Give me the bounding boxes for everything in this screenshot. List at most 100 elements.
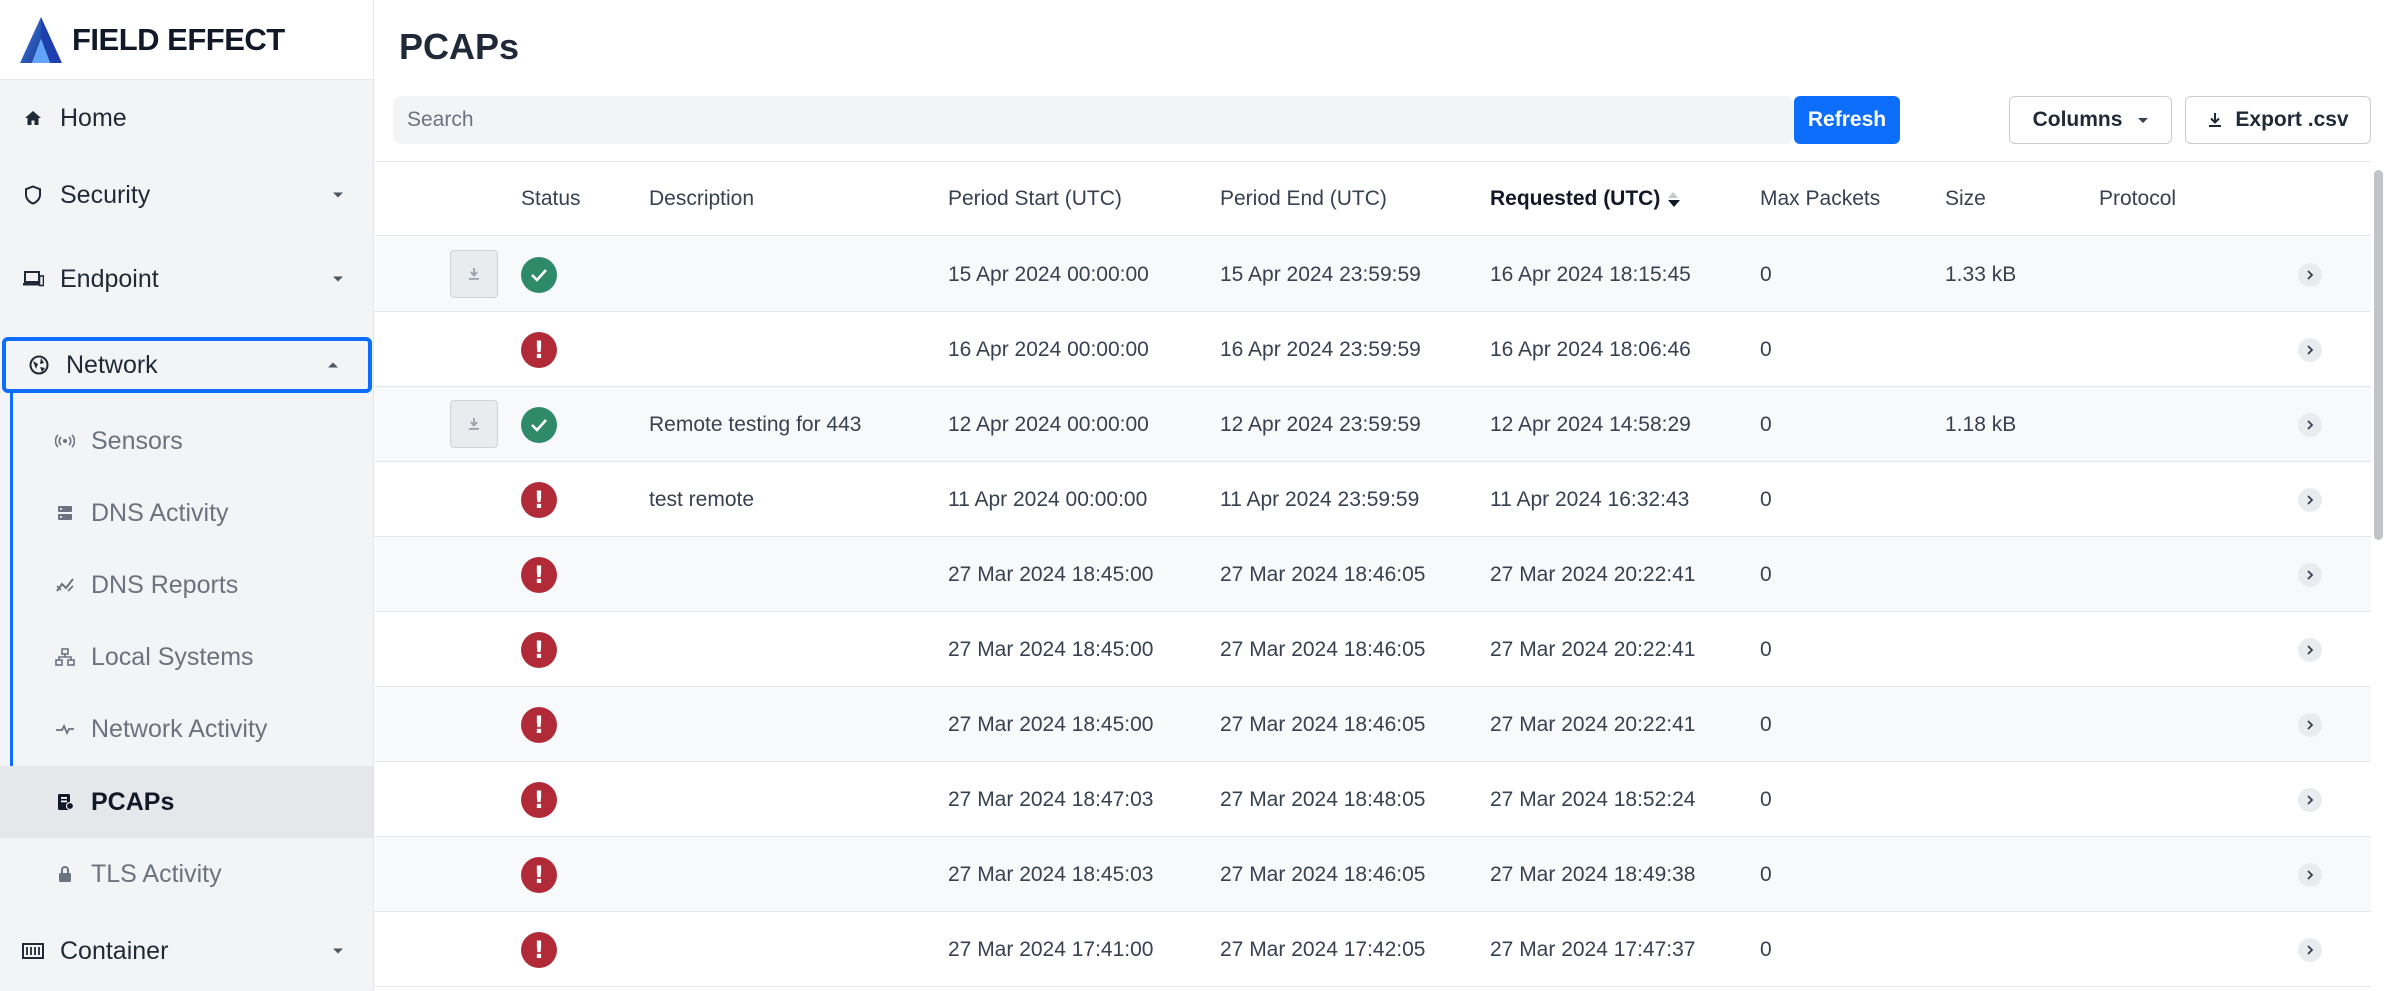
period-start-cell: 15 Apr 2024 00:00:00 bbox=[948, 262, 1149, 286]
download-pcap-button[interactable] bbox=[450, 400, 498, 448]
activity-icon bbox=[55, 719, 75, 739]
table-row[interactable]: ! test remote 11 Apr 2024 00:00:00 11 Apr 2… bbox=[375, 462, 2375, 537]
sidebar-item-local-systems[interactable]: Local Systems bbox=[0, 621, 373, 693]
row-expand-chevron-icon[interactable] bbox=[2298, 788, 2322, 812]
brand-header[interactable]: FIELD EFFECT bbox=[0, 0, 373, 80]
lock-icon bbox=[55, 864, 75, 884]
main-content: PCAPs Refresh Columns Export .csv Status… bbox=[375, 0, 2386, 991]
brand-name: FIELD EFFECT bbox=[72, 21, 285, 57]
row-expand-chevron-icon[interactable] bbox=[2298, 938, 2322, 962]
sidebar-item-dns-reports[interactable]: DNS Reports bbox=[0, 549, 373, 621]
table-row[interactable]: ! 27 Mar 2024 18:45:00 27 Mar 2024 18:46:0… bbox=[375, 537, 2375, 612]
chevron-down-icon bbox=[333, 276, 343, 282]
table-row[interactable]: ! 16 Apr 2024 00:00:00 16 Apr 2024 23:59:5… bbox=[375, 312, 2375, 387]
sidebar-item-network[interactable]: Network bbox=[2, 337, 372, 393]
row-expand-chevron-icon[interactable] bbox=[2298, 263, 2322, 287]
pcap-icon bbox=[55, 792, 75, 812]
description-cell: test remote bbox=[649, 487, 755, 511]
requested-cell: 27 Mar 2024 18:52:24 bbox=[1490, 787, 1696, 811]
column-header-description[interactable]: Description bbox=[649, 162, 754, 236]
period-start-cell: 27 Mar 2024 18:47:03 bbox=[948, 787, 1154, 811]
column-header-label: Requested (UTC) bbox=[1490, 187, 1661, 210]
requested-cell: 27 Mar 2024 17:47:37 bbox=[1490, 937, 1696, 961]
table-row[interactable]: ! 27 Mar 2024 18:45:00 27 Mar 2024 18:46:0… bbox=[375, 612, 2375, 687]
row-expand-chevron-icon[interactable] bbox=[2298, 488, 2322, 512]
period-end-cell: 27 Mar 2024 18:46:05 bbox=[1220, 562, 1426, 586]
status-cell: ! bbox=[521, 537, 557, 612]
sidebar-item-pcaps[interactable]: PCAPs bbox=[0, 766, 373, 838]
status-cell: ! bbox=[521, 837, 557, 912]
sidebar-item-home[interactable]: Home bbox=[0, 81, 373, 155]
sort-descending-icon bbox=[1668, 191, 1681, 207]
column-header-period-start[interactable]: Period Start (UTC) bbox=[948, 162, 1122, 236]
sitemap-icon bbox=[55, 647, 75, 667]
sidebar-item-container[interactable]: Container bbox=[0, 914, 373, 988]
chevron-down-icon bbox=[333, 948, 343, 954]
row-expand-chevron-icon[interactable] bbox=[2298, 713, 2322, 737]
home-icon bbox=[22, 107, 44, 129]
max-packets-cell: 0 bbox=[1760, 787, 1772, 811]
globe-icon bbox=[28, 354, 50, 376]
sidebar-item-dns-activity[interactable]: DNS Activity bbox=[0, 477, 373, 549]
sidebar-item-label: Security bbox=[60, 180, 151, 209]
column-header-size[interactable]: Size bbox=[1945, 162, 1986, 236]
table-row[interactable]: 15 Apr 2024 00:00:00 15 Apr 2024 23:59:59… bbox=[375, 237, 2375, 312]
row-expand-chevron-icon[interactable] bbox=[2298, 338, 2322, 362]
max-packets-cell: 0 bbox=[1760, 637, 1772, 661]
period-start-cell: 27 Mar 2024 18:45:00 bbox=[948, 712, 1154, 736]
row-expand-chevron-icon[interactable] bbox=[2298, 863, 2322, 887]
sidebar-item-label: Container bbox=[60, 936, 169, 965]
download-icon bbox=[469, 418, 479, 430]
columns-dropdown-button[interactable]: Columns bbox=[2009, 96, 2172, 144]
column-header-period-end[interactable]: Period End (UTC) bbox=[1220, 162, 1387, 236]
table-row[interactable]: ! 27 Mar 2024 17:41:00 27 Mar 2024 17:42:0… bbox=[375, 912, 2375, 987]
column-header-max-packets[interactable]: Max Packets bbox=[1760, 162, 1880, 236]
sidebar-item-security[interactable]: Security bbox=[0, 158, 373, 232]
search-input[interactable] bbox=[393, 96, 1793, 144]
container-icon bbox=[22, 940, 44, 962]
server-icon bbox=[55, 503, 75, 523]
table-row[interactable]: ! 27 Mar 2024 18:45:03 27 Mar 2024 18:46:0… bbox=[375, 837, 2375, 912]
shield-icon bbox=[22, 184, 44, 206]
error-exclamation-icon: ! bbox=[521, 331, 557, 368]
sidebar-item-label: TLS Activity bbox=[91, 859, 222, 888]
table-scrollbar-thumb[interactable] bbox=[2374, 170, 2383, 540]
error-exclamation-icon: ! bbox=[521, 556, 557, 593]
max-packets-cell: 0 bbox=[1760, 712, 1772, 736]
table-row[interactable]: Remote testing for 443 12 Apr 2024 00:00:… bbox=[375, 387, 2375, 462]
sidebar-item-tls-activity[interactable]: TLS Activity bbox=[0, 838, 373, 910]
row-expand-chevron-icon[interactable] bbox=[2298, 413, 2322, 437]
period-end-cell: 16 Apr 2024 23:59:59 bbox=[1220, 337, 1421, 361]
sensor-icon bbox=[55, 431, 75, 451]
error-exclamation-icon: ! bbox=[521, 481, 557, 518]
chevron-down-icon bbox=[333, 192, 343, 198]
status-cell: ! bbox=[521, 687, 557, 762]
period-start-cell: 27 Mar 2024 18:45:00 bbox=[948, 637, 1154, 661]
max-packets-cell: 0 bbox=[1760, 487, 1772, 511]
sidebar-item-endpoint[interactable]: Endpoint bbox=[0, 242, 373, 316]
period-start-cell: 11 Apr 2024 00:00:00 bbox=[948, 487, 1148, 511]
column-header-protocol[interactable]: Protocol bbox=[2099, 162, 2176, 236]
row-expand-chevron-icon[interactable] bbox=[2298, 638, 2322, 662]
laptop-icon bbox=[22, 268, 44, 290]
sidebar-item-network-activity[interactable]: Network Activity bbox=[0, 693, 373, 765]
period-start-cell: 16 Apr 2024 00:00:00 bbox=[948, 337, 1149, 361]
pcaps-table: Status Description Period Start (UTC) Pe… bbox=[375, 161, 2375, 991]
period-start-cell: 12 Apr 2024 00:00:00 bbox=[948, 412, 1149, 436]
sidebar-item-sensors[interactable]: Sensors bbox=[0, 405, 373, 477]
refresh-button[interactable]: Refresh bbox=[1794, 96, 1900, 144]
period-end-cell: 27 Mar 2024 17:42:05 bbox=[1220, 937, 1426, 961]
status-cell bbox=[521, 387, 557, 462]
status-cell: ! bbox=[521, 462, 557, 537]
table-row[interactable]: ! 27 Mar 2024 18:45:00 27 Mar 2024 18:46:0… bbox=[375, 687, 2375, 762]
sidebar: FIELD EFFECT Home Security Endpoint Netw… bbox=[0, 0, 374, 991]
download-pcap-button[interactable] bbox=[450, 250, 498, 298]
requested-cell: 27 Mar 2024 20:22:41 bbox=[1490, 637, 1696, 661]
table-row[interactable]: ! 27 Mar 2024 18:47:03 27 Mar 2024 18:48:0… bbox=[375, 762, 2375, 837]
column-header-requested[interactable]: Requested (UTC) bbox=[1490, 162, 1681, 236]
download-icon bbox=[2207, 112, 2223, 128]
error-exclamation-icon: ! bbox=[521, 856, 557, 893]
column-header-status[interactable]: Status bbox=[521, 162, 581, 236]
row-expand-chevron-icon[interactable] bbox=[2298, 563, 2322, 587]
export-csv-button[interactable]: Export .csv bbox=[2185, 96, 2371, 144]
